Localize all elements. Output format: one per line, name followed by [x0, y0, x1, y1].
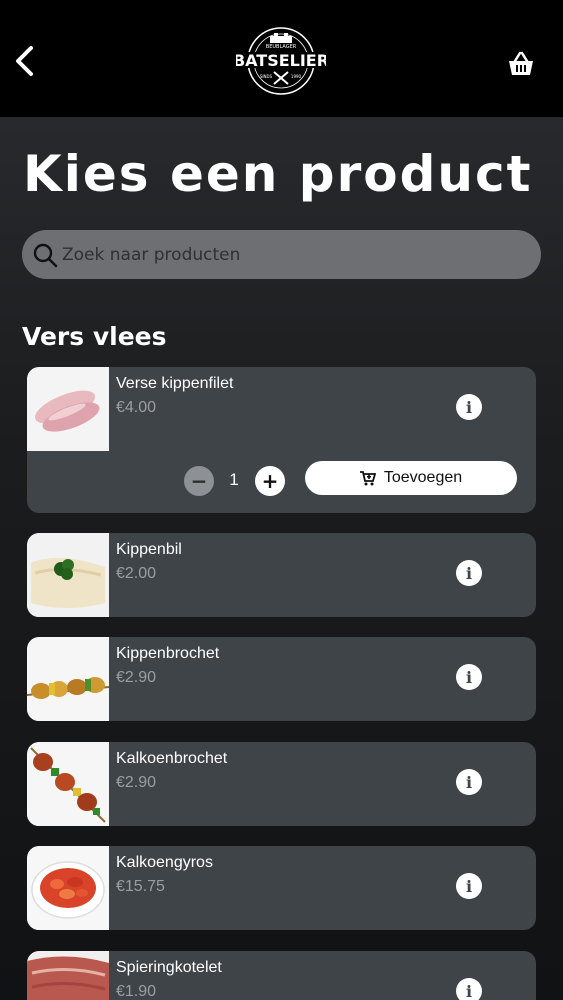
- quantity-value: 1: [229, 470, 239, 489]
- search-bar[interactable]: [22, 230, 541, 279]
- brand-logo[interactable]: BATSELIER BEUBLAGER SINDS 1990: [233, 26, 329, 96]
- product-name: Kippenbil: [116, 541, 182, 558]
- product-price: €2.90: [116, 669, 157, 686]
- product-card-kalkoenbrochet[interactable]: Kalkoenbrochet €2.90 i: [27, 742, 536, 826]
- search-input[interactable]: [62, 230, 522, 279]
- product-image: [27, 533, 109, 617]
- info-icon: i: [465, 397, 473, 417]
- product-card-kalkoengyros[interactable]: Kalkoengyros €15.75 i: [27, 846, 536, 930]
- svg-text:SINDS: SINDS: [260, 74, 273, 79]
- product-name: Verse kippenfilet: [116, 375, 234, 392]
- chevron-left-icon: [16, 46, 33, 76]
- product-price: €4.00: [116, 399, 157, 416]
- info-icon: i: [465, 667, 473, 687]
- section-title: Vers vlees: [22, 322, 167, 351]
- logo-emblem: BATSELIER BEUBLAGER SINDS 1990: [233, 27, 329, 95]
- search-icon: [33, 243, 58, 268]
- info-button[interactable]: i: [456, 873, 482, 899]
- product-name: Kalkoengyros: [116, 854, 213, 871]
- product-card-kippenbrochet[interactable]: Kippenbrochet €2.90 i: [27, 637, 536, 721]
- info-icon: i: [465, 981, 473, 1000]
- decrease-quantity-button[interactable]: −: [184, 466, 214, 496]
- product-name: Spieringkotelet: [116, 959, 222, 976]
- product-image: [27, 637, 109, 721]
- add-to-cart-label: Toevoegen: [383, 469, 463, 486]
- info-icon: i: [465, 563, 473, 583]
- product-price: €1.90: [116, 983, 157, 1000]
- product-card-verse-kippenfilet[interactable]: Verse kippenfilet €4.00 i − 1 + Toevoege…: [27, 367, 536, 513]
- basket-icon: [509, 51, 533, 75]
- plus-icon: +: [261, 469, 279, 493]
- minus-icon: −: [190, 469, 208, 493]
- product-card-spieringkotelet[interactable]: Spieringkotelet €1.90 i: [27, 951, 536, 1000]
- top-bar: BATSELIER BEUBLAGER SINDS 1990: [0, 0, 563, 117]
- cart-plus-icon: [359, 470, 376, 485]
- product-image: [27, 367, 109, 451]
- cart-button[interactable]: [506, 50, 536, 78]
- product-image: [27, 951, 109, 1000]
- info-button[interactable]: i: [456, 978, 482, 1000]
- product-name: Kippenbrochet: [116, 645, 220, 662]
- svg-text:BATSELIER: BATSELIER: [236, 51, 326, 70]
- info-button[interactable]: i: [456, 394, 482, 420]
- product-image: [27, 846, 109, 930]
- info-button[interactable]: i: [456, 560, 482, 586]
- info-button[interactable]: i: [456, 769, 482, 795]
- info-icon: i: [465, 876, 473, 896]
- page-title: Kies een product: [23, 145, 533, 203]
- add-to-cart-button[interactable]: Toevoegen: [305, 461, 517, 495]
- product-card-kippenbil[interactable]: Kippenbil €2.00 i: [27, 533, 536, 617]
- product-price: €15.75: [116, 878, 165, 895]
- back-button[interactable]: [10, 44, 38, 78]
- product-price: €2.90: [116, 774, 157, 791]
- product-name: Kalkoenbrochet: [116, 750, 228, 767]
- increase-quantity-button[interactable]: +: [255, 466, 285, 496]
- svg-text:BEUBLAGER: BEUBLAGER: [266, 44, 297, 50]
- info-icon: i: [465, 772, 473, 792]
- product-price: €2.00: [116, 565, 157, 582]
- info-button[interactable]: i: [456, 664, 482, 690]
- svg-text:1990: 1990: [291, 74, 302, 79]
- product-image: [27, 742, 109, 826]
